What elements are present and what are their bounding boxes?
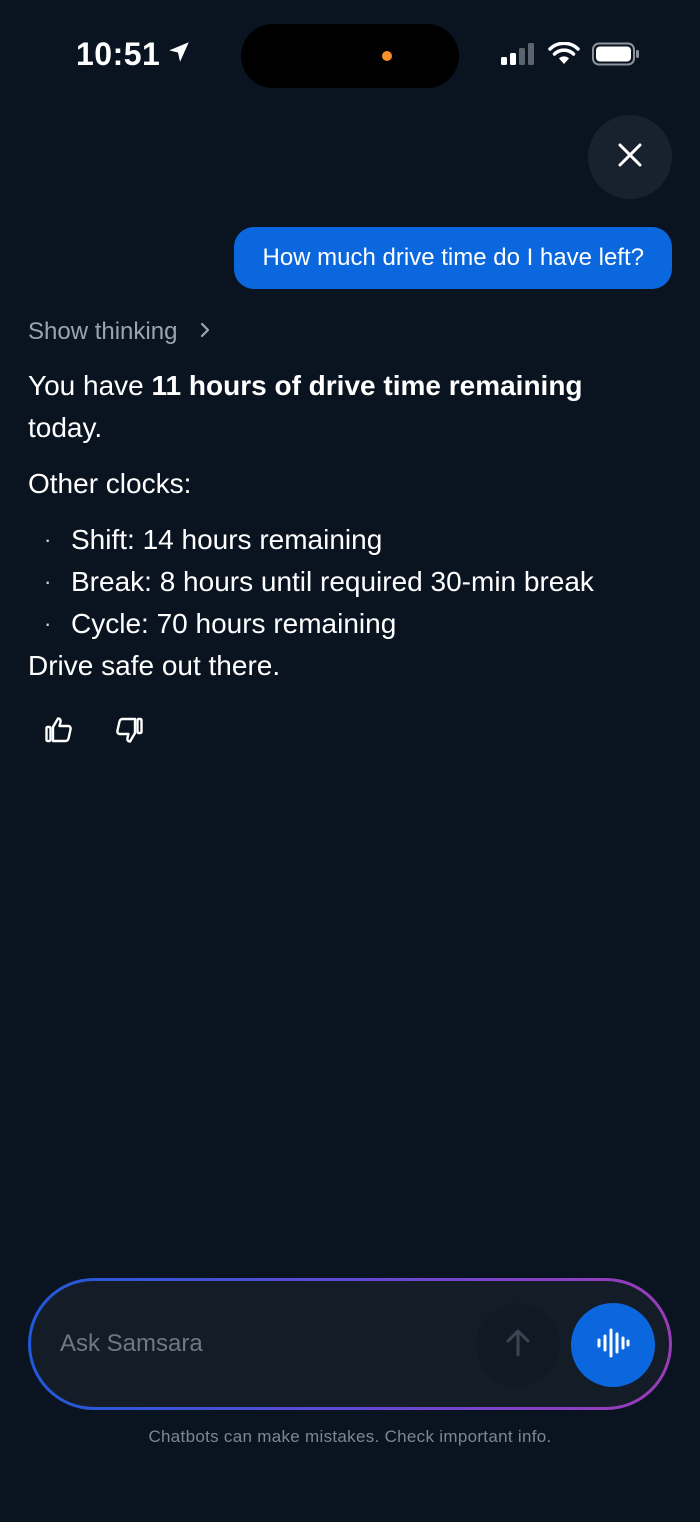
chat-screen: 10:51 How much drive time do I have left… [0,0,700,1522]
status-icons [500,41,640,71]
recording-indicator-dot [382,51,392,61]
composer-inner [31,1281,669,1407]
close-icon [617,142,643,173]
dynamic-island [241,24,459,88]
clock-shift: Shift: 14 hours remaining [71,524,383,555]
list-bullet: · [44,611,52,636]
send-button[interactable] [476,1303,560,1387]
thumbs-down-icon[interactable] [114,715,144,745]
list-item: · Cycle: 70 hours remaining [28,603,658,645]
battery-icon [592,42,640,71]
response-intro-highlight: 11 hours of drive time remaining [151,370,583,401]
response-closing: Drive safe out there. [28,650,281,681]
clocks-list: · Shift: 14 hours remaining · Break: 8 hou… [28,519,658,645]
wifi-icon [548,41,580,71]
list-item: · Break: 8 hours until required 30-min br… [28,561,658,603]
list-bullet: · [44,569,52,594]
show-thinking-label: Show thinking [28,318,178,345]
voice-waveform-icon [596,1326,630,1365]
other-clocks-label: Other clocks: [28,468,192,499]
assistant-response: You have 11 hours of drive time remainin… [28,365,658,687]
status-time: 10:51 [76,36,192,73]
cellular-signal-icon [500,42,536,71]
arrow-up-icon [502,1327,534,1364]
list-item: · Shift: 14 hours remaining [28,519,658,561]
location-arrow-icon [166,36,192,73]
status-time-text: 10:51 [76,36,161,72]
ask-input[interactable] [60,1330,440,1358]
user-message-text: How much drive time do I have left? [262,244,644,271]
clock-cycle: Cycle: 70 hours remaining [71,608,397,639]
chevron-right-icon [199,318,211,346]
close-button[interactable] [588,115,672,199]
user-message-bubble: How much drive time do I have left? [234,227,672,289]
list-bullet: · [44,527,52,552]
clock-break: Break: 8 hours until required 30-min bre… [71,566,594,597]
show-thinking-toggle[interactable]: Show thinking [28,318,211,346]
thumbs-up-icon[interactable] [44,715,74,745]
response-intro: You have 11 hours of drive time remainin… [28,365,658,449]
composer [28,1278,672,1410]
feedback-bar [44,715,144,745]
response-intro-prefix: You have [28,370,152,401]
voice-button[interactable] [571,1303,655,1387]
disclaimer-text: Chatbots can make mistakes. Check import… [148,1427,552,1446]
response-intro-suffix: today. [28,412,103,443]
